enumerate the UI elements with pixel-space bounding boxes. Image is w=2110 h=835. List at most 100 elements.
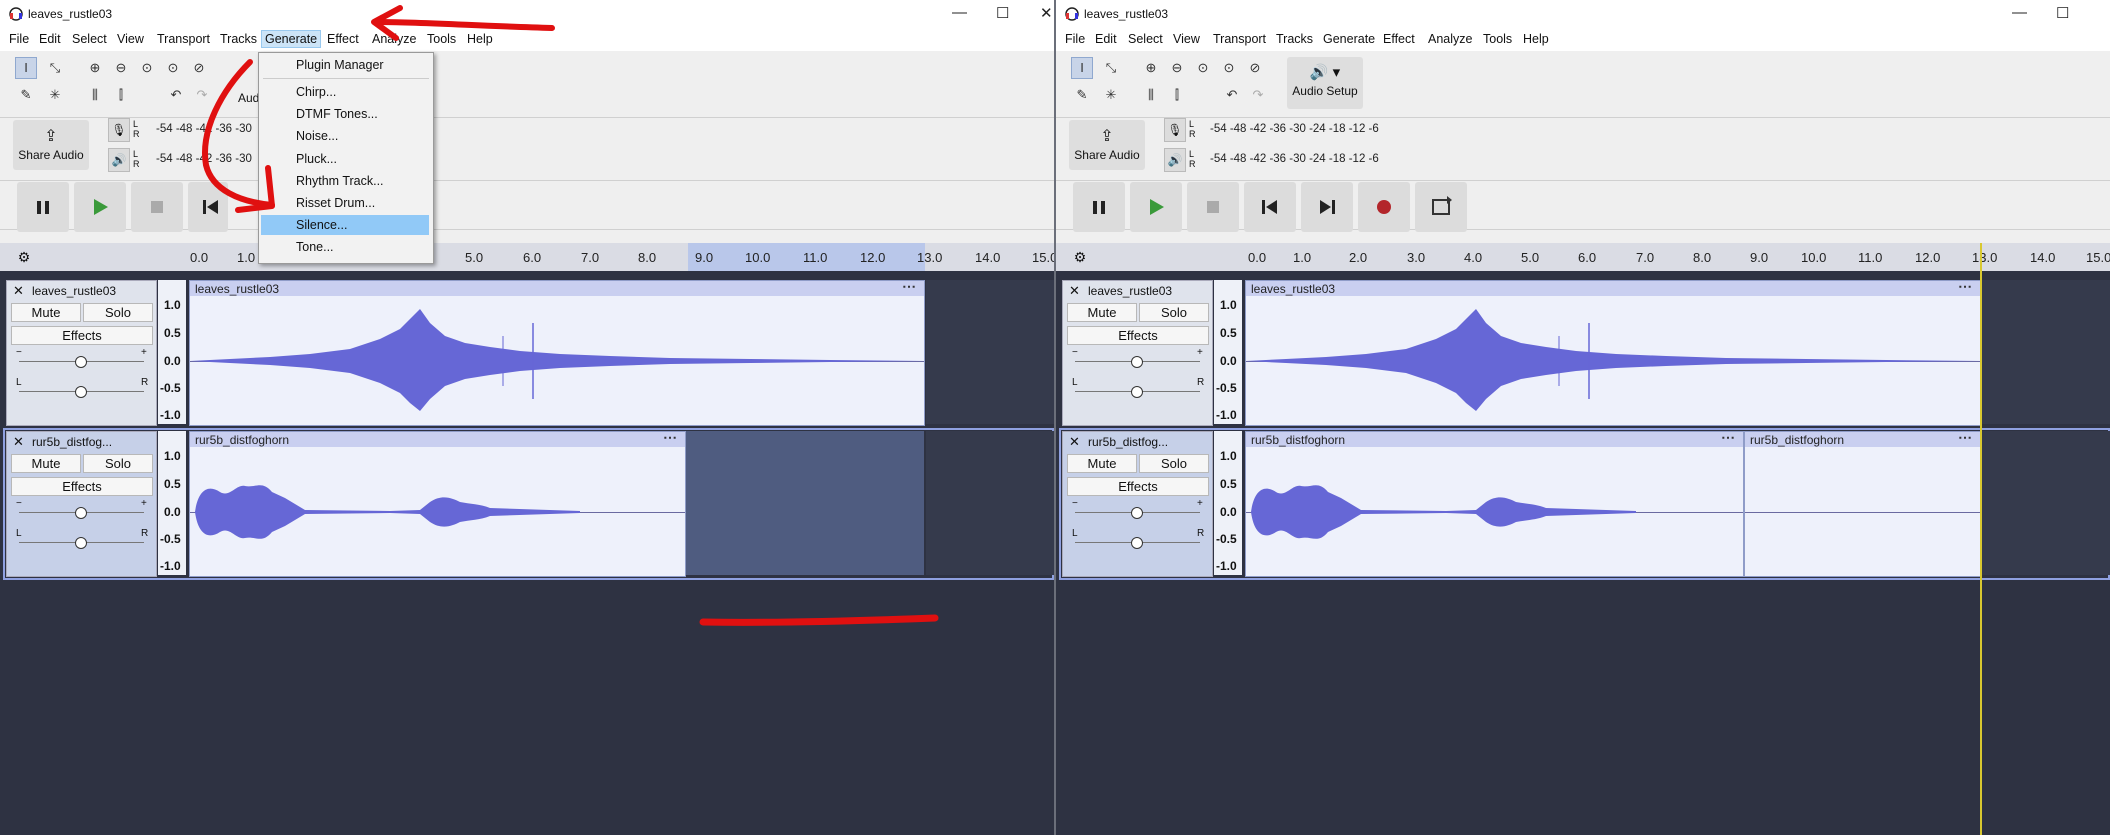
menu-file[interactable]: File (6, 32, 32, 46)
empty-track-area[interactable] (926, 431, 1054, 575)
effects-button[interactable]: Effects (11, 477, 153, 496)
menu-tracks[interactable]: Tracks (1273, 32, 1316, 46)
timeline-ruler[interactable]: ⚙ 0.0 1.0 5.0 6.0 7.0 8.0 9.0 10.0 11.0 … (0, 243, 1054, 271)
record-meter-icon[interactable]: 🎙 (1164, 118, 1186, 142)
audio-setup-button[interactable]: 🔊 ▾ Audio Setup (1287, 57, 1363, 109)
envelope-tool-icon[interactable]: ⤡ (44, 57, 66, 79)
audio-clip[interactable]: leaves_rustle03 ⋯ (1245, 280, 1981, 426)
audio-clip[interactable]: leaves_rustle03 ⋯ (189, 280, 925, 426)
draw-tool-icon[interactable]: ✎ (15, 84, 37, 106)
multi-tool-icon[interactable]: ✳ (1100, 84, 1122, 106)
zoom-out-icon[interactable]: ⊖ (1166, 57, 1188, 79)
solo-button[interactable]: Solo (1139, 303, 1209, 322)
track-header[interactable]: ✕ leaves_rustle03 Mute Solo Effects − + … (1062, 280, 1213, 426)
skip-end-button[interactable] (1301, 182, 1353, 232)
track-header[interactable]: ✕ rur5b_distfog... Mute Solo Effects − +… (1062, 431, 1213, 577)
playback-meter-scale[interactable]: -54 -48 -42 -36 -30 (156, 153, 252, 165)
mute-button[interactable]: Mute (11, 303, 81, 322)
audio-clip[interactable]: rur5b_distfoghorn ⋯ (189, 431, 686, 577)
zoom-selection-icon[interactable]: ⊙ (136, 57, 158, 79)
menu-view[interactable]: View (1170, 32, 1203, 46)
skip-start-button[interactable] (1244, 182, 1296, 232)
menu-select[interactable]: Select (69, 32, 110, 46)
track-name[interactable]: leaves_rustle03 (32, 284, 127, 298)
zoom-in-icon[interactable]: ⊕ (84, 57, 106, 79)
track-name[interactable]: rur5b_distfog... (32, 435, 127, 449)
minimize-icon[interactable]: — (952, 4, 967, 21)
gain-slider[interactable] (1131, 507, 1143, 519)
pause-button[interactable] (1073, 182, 1125, 232)
menu-tools[interactable]: Tools (1480, 32, 1515, 46)
menu-tracks[interactable]: Tracks (217, 32, 260, 46)
mute-button[interactable]: Mute (11, 454, 81, 473)
pan-slider[interactable] (75, 537, 87, 549)
track-name[interactable]: leaves_rustle03 (1088, 284, 1183, 298)
gear-icon[interactable]: ⚙ (14, 247, 34, 267)
gain-slider[interactable] (75, 356, 87, 368)
audio-setup-label[interactable]: Aud (238, 91, 259, 105)
track-header[interactable]: ✕ rur5b_distfog... Mute Solo Effects − +… (6, 431, 157, 577)
pan-slider[interactable] (75, 386, 87, 398)
effects-button[interactable]: Effects (11, 326, 153, 345)
pause-button[interactable] (17, 182, 69, 232)
zoom-fit-icon[interactable]: ⊙ (162, 57, 184, 79)
menu-file[interactable]: File (1062, 32, 1088, 46)
menu-select[interactable]: Select (1125, 32, 1166, 46)
mute-button[interactable]: Mute (1067, 303, 1137, 322)
track-name[interactable]: rur5b_distfog... (1088, 435, 1183, 449)
record-button[interactable] (1358, 182, 1410, 232)
menu-item-noise[interactable]: Noise... (261, 126, 429, 146)
share-audio-button[interactable]: ⇪ Share Audio (1069, 120, 1145, 170)
draw-tool-icon[interactable]: ✎ (1071, 84, 1093, 106)
menu-item-pluck[interactable]: Pluck... (261, 149, 429, 169)
close-track-icon[interactable]: ✕ (13, 283, 24, 299)
skip-start-button[interactable] (188, 182, 228, 232)
menu-effect[interactable]: Effect (1380, 32, 1418, 46)
play-button[interactable] (74, 182, 126, 232)
menu-edit[interactable]: Edit (36, 32, 64, 46)
maximize-icon[interactable]: ☐ (2056, 4, 2069, 22)
solo-button[interactable]: Solo (83, 303, 153, 322)
solo-button[interactable]: Solo (1139, 454, 1209, 473)
menu-generate[interactable]: Generate (261, 30, 322, 48)
gear-icon[interactable]: ⚙ (1070, 247, 1090, 267)
empty-track-area[interactable] (1982, 280, 2110, 424)
silence-icon[interactable]: ⫿ (110, 84, 132, 106)
menu-effect[interactable]: Effect (324, 32, 362, 46)
menu-transport[interactable]: Transport (1210, 32, 1269, 46)
track-header[interactable]: ✕ leaves_rustle03 Mute Solo Effects − + … (6, 280, 157, 426)
menu-item-risset-drum[interactable]: Risset Drum... (261, 193, 429, 213)
record-meter-scale[interactable]: -54 -48 -42 -36 -30 -24 -18 -12 -6 (1210, 123, 1379, 135)
clip-menu-icon[interactable]: ⋯ (1958, 432, 1972, 446)
loop-button[interactable] (1415, 182, 1467, 232)
empty-track-area[interactable] (1982, 431, 2110, 575)
pan-slider[interactable] (1131, 386, 1143, 398)
envelope-tool-icon[interactable]: ⤡ (1100, 57, 1122, 79)
solo-button[interactable]: Solo (83, 454, 153, 473)
selection-tool-icon[interactable]: I (1071, 57, 1093, 79)
audio-clip[interactable]: rur5b_distfoghorn ⋯ (1245, 431, 1744, 577)
menu-tools[interactable]: Tools (424, 32, 459, 46)
redo-icon[interactable]: ↷ (1247, 84, 1269, 106)
menu-generate[interactable]: Generate (1320, 32, 1378, 46)
zoom-out-icon[interactable]: ⊖ (110, 57, 132, 79)
redo-icon[interactable]: ↷ (191, 84, 213, 106)
menu-help[interactable]: Help (1520, 32, 1552, 46)
menu-help[interactable]: Help (464, 32, 496, 46)
close-track-icon[interactable]: ✕ (1069, 283, 1080, 299)
selected-region[interactable] (686, 431, 924, 575)
menu-analyze[interactable]: Analyze (1425, 32, 1475, 46)
gain-slider[interactable] (75, 507, 87, 519)
empty-track-area[interactable] (926, 280, 1054, 424)
menu-item-silence[interactable]: Silence... (261, 215, 429, 235)
gain-slider[interactable] (1131, 356, 1143, 368)
zoom-toggle-icon[interactable]: ⊘ (1244, 57, 1266, 79)
undo-icon[interactable]: ↶ (165, 84, 187, 106)
minimize-icon[interactable]: — (2012, 4, 2027, 21)
menu-edit[interactable]: Edit (1092, 32, 1120, 46)
pan-slider[interactable] (1131, 537, 1143, 549)
menu-transport[interactable]: Transport (154, 32, 213, 46)
zoom-fit-icon[interactable]: ⊙ (1218, 57, 1240, 79)
close-icon[interactable]: ✕ (1040, 4, 1053, 22)
menu-item-chirp[interactable]: Chirp... (261, 82, 429, 102)
